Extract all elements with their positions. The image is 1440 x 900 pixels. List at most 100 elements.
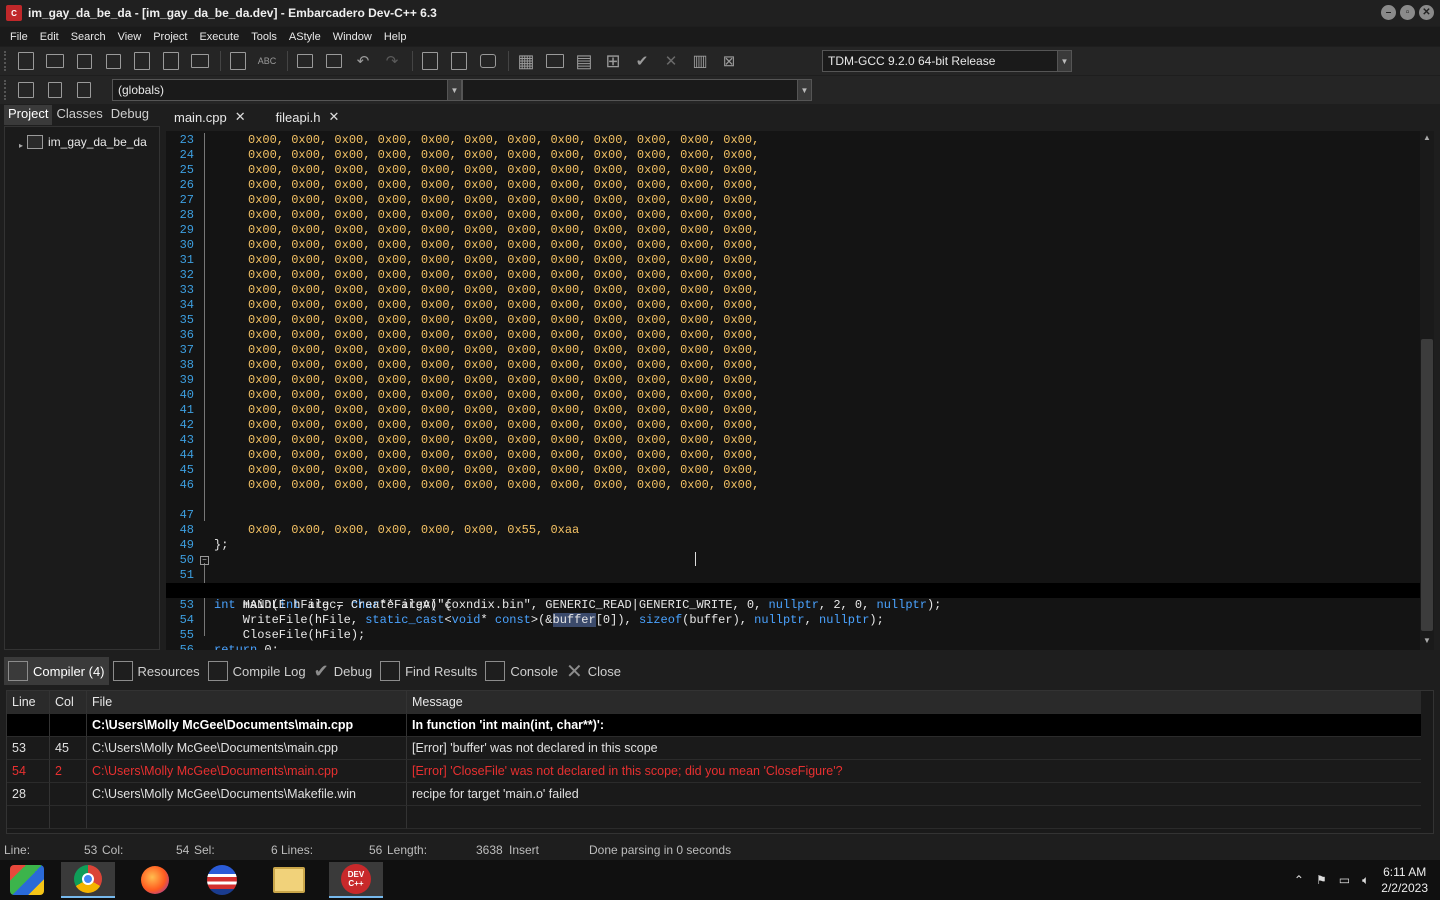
close-all-icon[interactable] <box>158 49 184 73</box>
scrollbar-thumb[interactable] <box>1421 339 1433 631</box>
menu-view[interactable]: View <box>112 31 148 43</box>
code-line-44[interactable]: 44 0x00, 0x00, 0x00, 0x00, 0x00, 0x00, 0x… <box>166 448 1420 463</box>
code-line-36[interactable]: 36 0x00, 0x00, 0x00, 0x00, 0x00, 0x00, 0x… <box>166 328 1420 343</box>
tab-classes[interactable]: Classes <box>52 105 106 125</box>
save-icon[interactable] <box>71 49 97 73</box>
toggle-bookmark-icon[interactable] <box>42 78 68 102</box>
chevron-down-icon[interactable]: ▼ <box>1057 51 1071 71</box>
tab-fileapi-h[interactable]: fileapi.h ✕ <box>268 105 348 129</box>
table-row[interactable]: 53 45 C:\Users\Molly McGee\Documents\mai… <box>7 737 1421 760</box>
volume-icon[interactable]: 🔈︎ <box>1362 873 1369 888</box>
code-line-38[interactable]: 38 0x00, 0x00, 0x00, 0x00, 0x00, 0x00, 0x… <box>166 358 1420 373</box>
clock[interactable]: 6:11 AM 2/2/2023 <box>1381 864 1428 896</box>
code-line-39[interactable]: 39 0x00, 0x00, 0x00, 0x00, 0x00, 0x00, 0x… <box>166 373 1420 388</box>
project-options-icon[interactable] <box>475 49 501 73</box>
code-line-42[interactable]: 42 0x00, 0x00, 0x00, 0x00, 0x00, 0x00, 0x… <box>166 418 1420 433</box>
code-line-25[interactable]: 25 0x00, 0x00, 0x00, 0x00, 0x00, 0x00, 0x… <box>166 163 1420 178</box>
expand-arrow-icon[interactable]: ▸ <box>19 141 23 150</box>
code-line-46[interactable]: 46 0x00, 0x00, 0x00, 0x00, 0x00, 0x00, 0x… <box>166 478 1420 493</box>
new-project-icon[interactable] <box>417 49 443 73</box>
column-header-file[interactable]: File <box>87 691 407 714</box>
code-line-53[interactable]: 53 WriteFile(hFile, static_cast<void* co… <box>166 583 1420 627</box>
menu-project[interactable]: Project <box>147 31 193 43</box>
column-header-message[interactable]: Message <box>407 691 1421 714</box>
tab-compiler[interactable]: Compiler (4) <box>4 657 109 685</box>
toolbar-grip[interactable] <box>4 51 10 71</box>
code-line-37[interactable]: 37 0x00, 0x00, 0x00, 0x00, 0x00, 0x00, 0x… <box>166 343 1420 358</box>
code-line-52[interactable]: 52 HANDLE hFile = CreateFileA("coxndix.b… <box>166 568 1420 612</box>
menu-window[interactable]: Window <box>327 31 378 43</box>
delete-profile-icon[interactable]: ⊠ <box>716 49 742 73</box>
chevron-down-icon[interactable]: ▼ <box>447 80 461 100</box>
code-line-30[interactable]: 30 0x00, 0x00, 0x00, 0x00, 0x00, 0x00, 0x… <box>166 238 1420 253</box>
compile-run-icon[interactable]: ▤ <box>571 49 597 73</box>
indent-icon[interactable] <box>292 49 318 73</box>
replace-icon[interactable]: ABC <box>254 49 280 73</box>
run-icon[interactable] <box>542 49 568 73</box>
code-line-54[interactable]: 54 CloseFile(hFile); <box>166 598 1420 642</box>
member-select[interactable]: ▼ <box>462 79 812 101</box>
devcpp-taskbar-icon[interactable]: DEV C++ <box>329 862 383 898</box>
scope-select[interactable]: (globals) ▼ <box>112 79 462 101</box>
close-tab-icon[interactable]: ✕ <box>328 109 339 125</box>
menu-help[interactable]: Help <box>378 31 413 43</box>
scroll-up-icon[interactable]: ▲ <box>1420 133 1434 145</box>
insert-code-icon[interactable] <box>13 78 39 102</box>
start-icon[interactable] <box>0 862 54 898</box>
code-line-35[interactable]: 35 0x00, 0x00, 0x00, 0x00, 0x00, 0x00, 0x… <box>166 313 1420 328</box>
code-line-45[interactable]: 45 0x00, 0x00, 0x00, 0x00, 0x00, 0x00, 0x… <box>166 463 1420 478</box>
code-line-29[interactable]: 29 0x00, 0x00, 0x00, 0x00, 0x00, 0x00, 0x… <box>166 223 1420 238</box>
close-file-icon[interactable] <box>129 49 155 73</box>
tab-main-cpp[interactable]: main.cpp ✕ <box>166 105 254 129</box>
tab-compile-log[interactable]: Compile Log <box>204 657 310 685</box>
table-row[interactable]: 54 2 C:\Users\Molly McGee\Documents\main… <box>7 760 1421 783</box>
code-line-55[interactable]: 55 return 0; <box>166 613 1420 650</box>
tab-find-results[interactable]: Find Results <box>376 657 481 685</box>
menu-search[interactable]: Search <box>65 31 112 43</box>
undo-icon[interactable]: ↶ <box>350 49 376 73</box>
code-line-51[interactable]: 51 − int main(int argc, char** argv) { <box>166 553 1420 612</box>
code-line-56[interactable]: 56 } <box>166 628 1420 650</box>
code-line-34[interactable]: 34 0x00, 0x00, 0x00, 0x00, 0x00, 0x00, 0x… <box>166 298 1420 313</box>
tab-resources[interactable]: Resources <box>109 657 204 685</box>
tab-console[interactable]: Console <box>481 657 562 685</box>
menu-execute[interactable]: Execute <box>193 31 245 43</box>
menu-edit[interactable]: Edit <box>34 31 65 43</box>
syntax-check-icon[interactable]: ✔ <box>629 49 655 73</box>
compiler-select[interactable]: TDM-GCC 9.2.0 64-bit Release ▼ <box>822 50 1072 72</box>
print-icon[interactable] <box>187 49 213 73</box>
code-line-23[interactable]: 23 0x00, 0x00, 0x00, 0x00, 0x00, 0x00, 0x… <box>166 133 1420 148</box>
code-line-27[interactable]: 27 0x00, 0x00, 0x00, 0x00, 0x00, 0x00, 0x… <box>166 193 1420 208</box>
close-window-button[interactable]: ✕ <box>1419 5 1434 20</box>
table-row[interactable]: 28 C:\Users\Molly McGee\Documents\Makefi… <box>7 783 1421 806</box>
rebuild-all-icon[interactable]: ⊞ <box>600 49 626 73</box>
code-line-41[interactable]: 41 0x00, 0x00, 0x00, 0x00, 0x00, 0x00, 0x… <box>166 403 1420 418</box>
close-tab-icon[interactable]: ✕ <box>235 109 246 125</box>
close-panel-button[interactable]: ✕ Close <box>562 657 625 685</box>
menu-tools[interactable]: Tools <box>245 31 283 43</box>
code-line-40[interactable]: 40 0x00, 0x00, 0x00, 0x00, 0x00, 0x00, 0x… <box>166 388 1420 403</box>
code-editor[interactable]: 23 0x00, 0x00, 0x00, 0x00, 0x00, 0x00, 0x… <box>166 131 1420 650</box>
goto-bookmark-icon[interactable] <box>71 78 97 102</box>
minimize-button[interactable]: – <box>1381 5 1396 20</box>
tab-project[interactable]: Project <box>4 105 53 125</box>
code-line-49[interactable]: 49 <box>166 523 1420 552</box>
unindent-icon[interactable] <box>321 49 347 73</box>
network-icon[interactable]: ▭ <box>1339 873 1350 887</box>
scroll-down-icon[interactable]: ▼ <box>1420 636 1434 648</box>
chevron-up-icon[interactable]: ⌃ <box>1294 873 1304 887</box>
maximize-button[interactable]: ▫ <box>1400 5 1415 20</box>
editor-scrollbar[interactable]: ▲ ▼ <box>1420 131 1434 650</box>
menu-astyle[interactable]: AStyle <box>283 31 327 43</box>
code-line-33[interactable]: 33 0x00, 0x00, 0x00, 0x00, 0x00, 0x00, 0x… <box>166 283 1420 298</box>
chrome-icon[interactable] <box>61 862 115 898</box>
tree-item-project[interactable]: ▸ im_gay_da_be_da <box>19 133 147 150</box>
code-line-48[interactable]: 48 }; <box>166 508 1420 552</box>
code-line-43[interactable]: 43 0x00, 0x00, 0x00, 0x00, 0x00, 0x00, 0x… <box>166 433 1420 448</box>
code-line-32[interactable]: 32 0x00, 0x00, 0x00, 0x00, 0x00, 0x00, 0x… <box>166 268 1420 283</box>
code-line-31[interactable]: 31 0x00, 0x00, 0x00, 0x00, 0x00, 0x00, 0x… <box>166 253 1420 268</box>
save-all-icon[interactable] <box>100 49 126 73</box>
menu-file[interactable]: File <box>4 31 34 43</box>
find-icon[interactable] <box>225 49 251 73</box>
column-header-col[interactable]: Col <box>50 691 87 714</box>
